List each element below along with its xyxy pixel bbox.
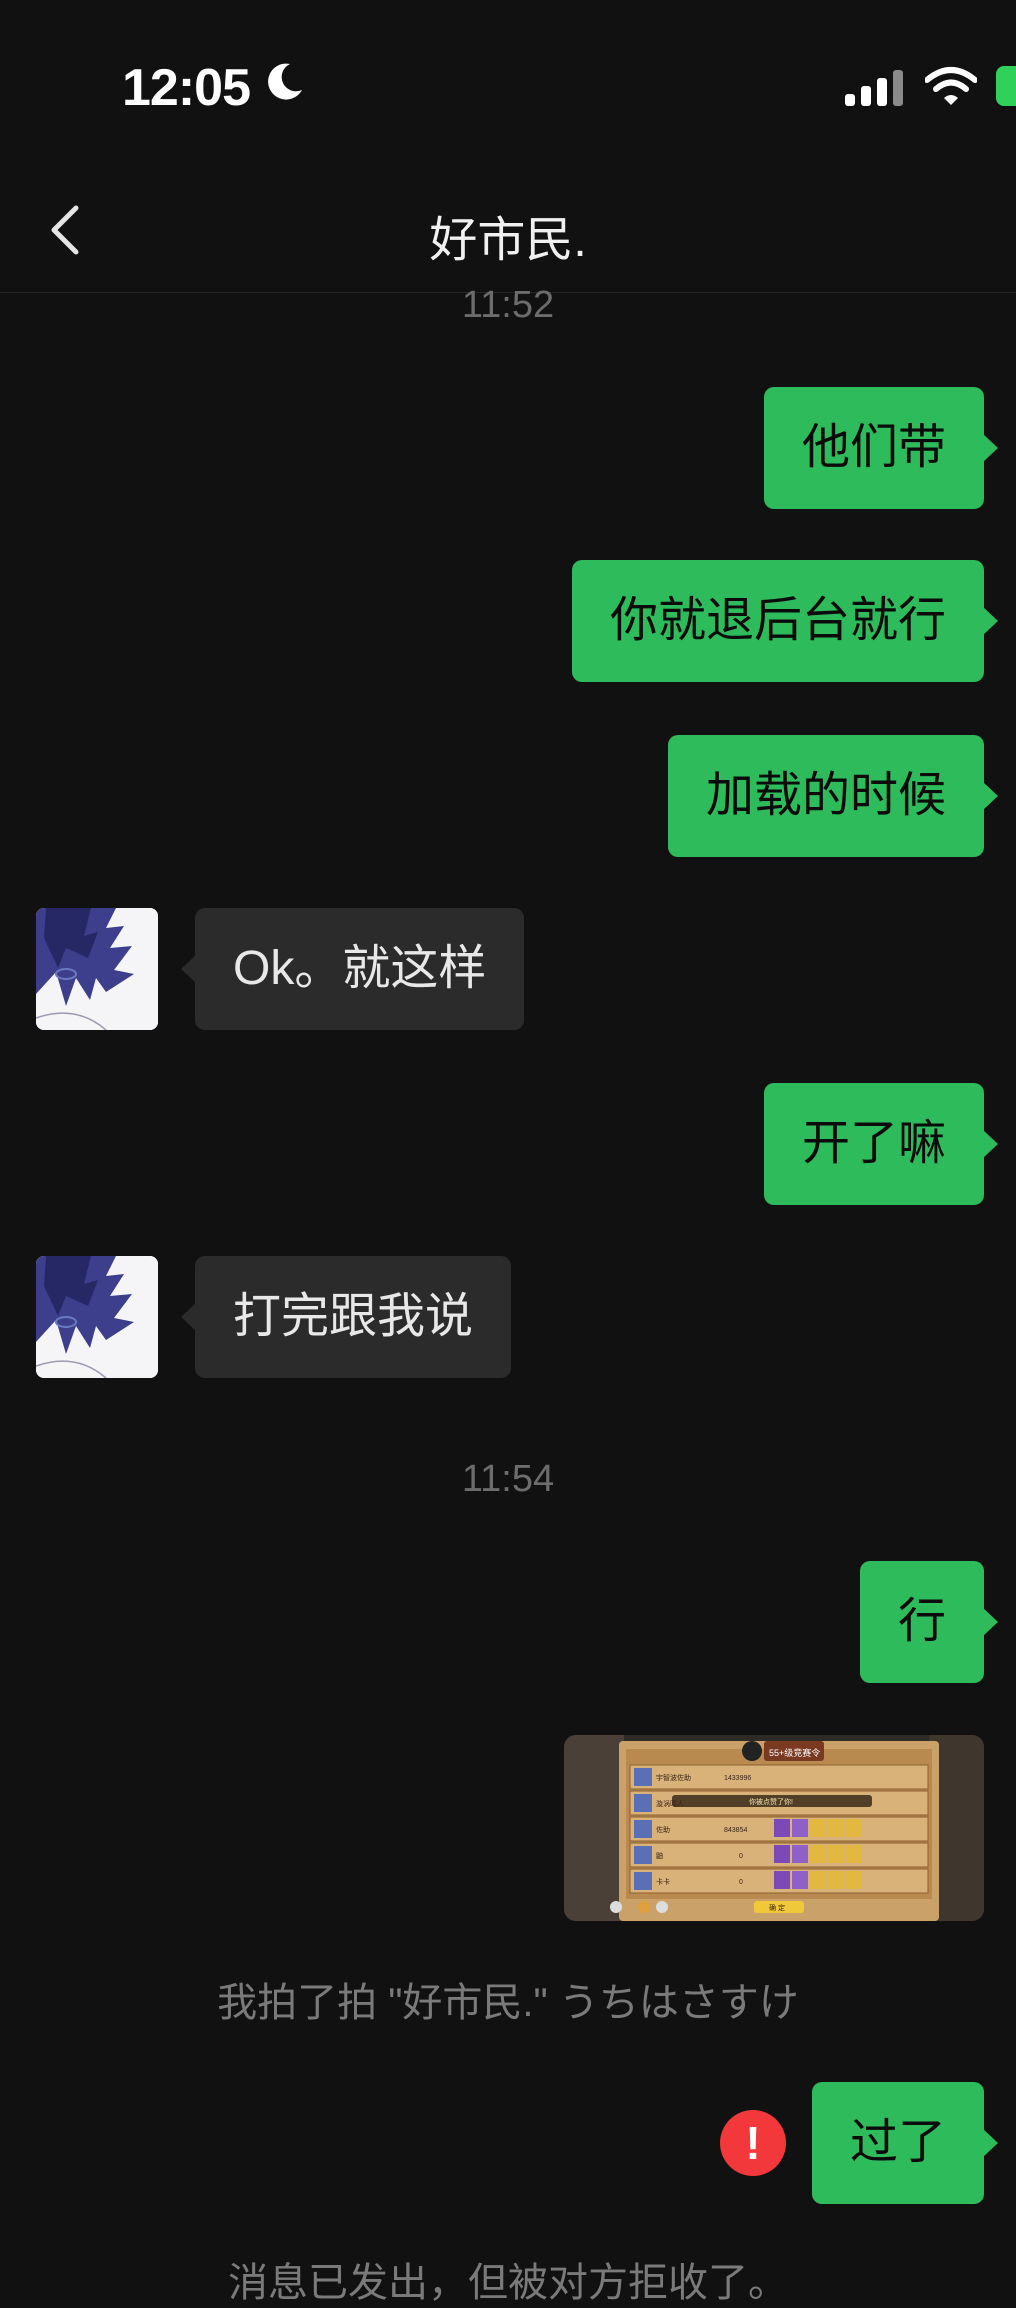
contact-avatar[interactable] xyxy=(36,1256,158,1378)
outgoing-bubble[interactable]: 加载的时候 xyxy=(667,735,999,857)
outgoing-bubble[interactable]: 他们带 xyxy=(763,387,999,509)
game-row-score: 0 xyxy=(739,1879,743,1886)
timestamp: 11:52 xyxy=(461,284,555,326)
game-row-score: 843854 xyxy=(724,1827,747,1834)
outgoing-bubble[interactable]: 你就退后台就行 xyxy=(571,560,999,682)
game-title-text: 55+级竞赛令 xyxy=(769,1747,820,1758)
image-message[interactable]: 55+级竞赛令 你被点赞了你! 宇智波佐助 1433996 漩涡鸣人 佐助 84… xyxy=(564,1735,984,1921)
chat-header: 好市民. xyxy=(0,160,1016,293)
game-row-name: 鼬 xyxy=(656,1851,663,1860)
cellular-signal-icon xyxy=(845,70,903,106)
wifi-icon xyxy=(925,67,977,105)
game-row-score: 0 xyxy=(739,1853,743,1860)
moon-icon xyxy=(268,63,302,100)
message-row: 打完跟我说 xyxy=(0,1256,1016,1378)
contact-avatar[interactable] xyxy=(36,908,158,1030)
message-row: Ok。就这样 xyxy=(0,908,1016,1030)
game-row-name: 宇智波佐助 xyxy=(656,1773,691,1782)
timestamp: 11:54 xyxy=(461,1458,555,1500)
message-row: 加载的时候 xyxy=(0,735,1016,857)
message-row: 开了嘛 xyxy=(0,1083,1016,1205)
message-row: 他们带 xyxy=(0,387,1016,509)
incoming-bubble[interactable]: 打完跟我说 xyxy=(180,1256,512,1378)
outgoing-bubble[interactable]: 行 xyxy=(859,1561,999,1683)
status-time: 12:05 xyxy=(122,59,251,117)
game-row-score: 1433996 xyxy=(724,1775,751,1782)
outgoing-bubble[interactable]: 开了嘛 xyxy=(763,1083,999,1205)
incoming-bubble[interactable]: Ok。就这样 xyxy=(180,908,525,1030)
message-row: 过了 xyxy=(0,2082,1016,2204)
message-row: 你就退后台就行 xyxy=(0,560,1016,682)
message-row: 行 xyxy=(0,1561,1016,1683)
game-row-name: 佐助 xyxy=(656,1825,670,1834)
chat-title: 好市民. xyxy=(429,214,587,267)
game-overlay-text: 你被点赞了你! xyxy=(749,1797,793,1806)
outgoing-bubble[interactable]: 过了 xyxy=(811,2082,999,2204)
game-confirm-text: 确 定 xyxy=(769,1903,785,1912)
status-bar: 12:05 xyxy=(0,0,1016,160)
pat-system-note: 我拍了拍 "好市民." うちはさすけ xyxy=(217,1981,799,2025)
battery-icon xyxy=(996,66,1016,106)
game-row-name: 漩涡鸣人 xyxy=(656,1799,684,1808)
game-row-name: 卡卡 xyxy=(656,1877,670,1886)
game-screenshot-thumbnail: 55+级竞赛令 你被点赞了你! 宇智波佐助 1433996 漩涡鸣人 佐助 84… xyxy=(564,1735,984,1921)
rejected-system-note: 消息已发出，但被对方拒收了。 xyxy=(228,2261,788,2305)
